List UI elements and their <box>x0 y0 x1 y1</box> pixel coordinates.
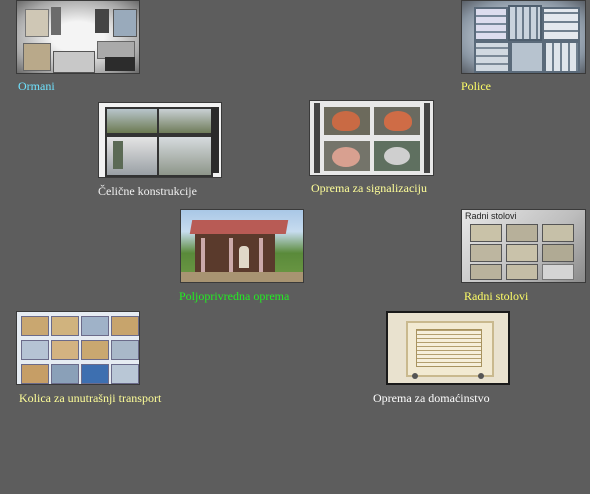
steel-constructions-image[interactable] <box>98 102 222 178</box>
radni-stolovi-label[interactable]: Radni stolovi <box>464 289 528 303</box>
agricultural-equipment-image[interactable] <box>180 209 304 283</box>
transport-carts-image[interactable] <box>16 311 140 385</box>
kolica-za-unutrasnji-transport-label[interactable]: Kolica za unutrašnji transport <box>19 391 161 405</box>
oprema-za-domacinstvo-label[interactable]: Oprema za domaćinstvo <box>373 391 490 405</box>
cabinets-image[interactable] <box>16 0 140 74</box>
workbenches-image[interactable]: Radni stolovi <box>461 209 586 283</box>
household-equipment-image[interactable] <box>386 311 510 385</box>
signalization-equipment-image[interactable] <box>309 100 434 176</box>
poljoprivredna-oprema-label[interactable]: Poljoprivredna oprema <box>179 289 289 303</box>
celicne-konstrukcije-label[interactable]: Čelične konstrukcije <box>98 184 197 198</box>
shelves-image[interactable] <box>461 0 586 74</box>
oprema-za-signalizaciju-label[interactable]: Oprema za signalizaciju <box>311 181 427 195</box>
workbenches-caption: Radni stolovi <box>465 211 517 221</box>
police-label[interactable]: Police <box>461 79 491 93</box>
ormani-label[interactable]: Ormani <box>18 79 55 93</box>
